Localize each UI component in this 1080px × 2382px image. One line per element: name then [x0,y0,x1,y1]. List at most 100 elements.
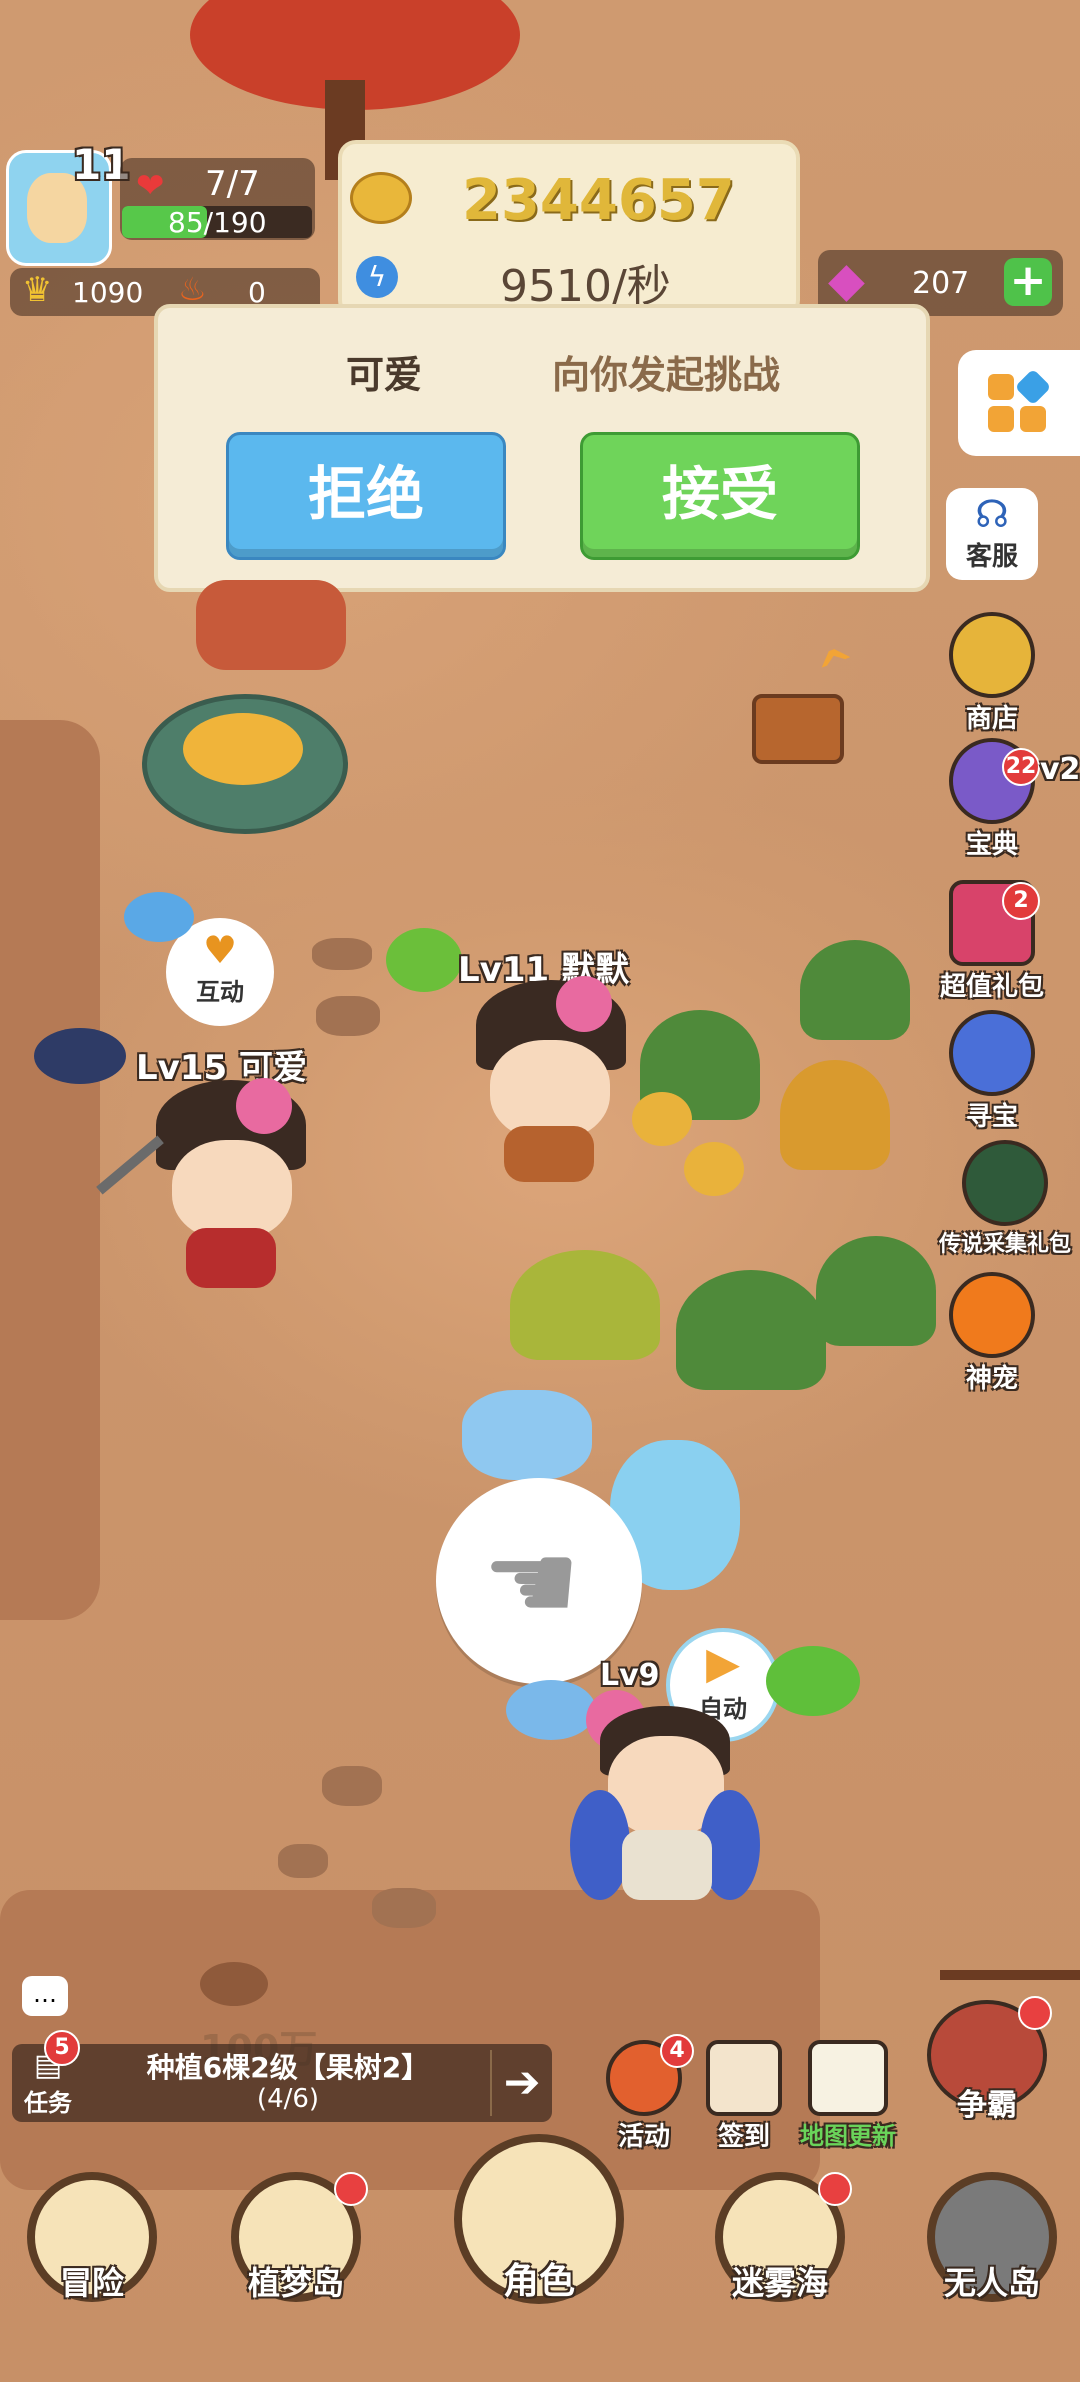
service-label: 客服 [965,542,1018,572]
water-blob-pet [506,1680,596,1740]
gold-pile-icon [200,1962,268,2006]
character-partial [196,580,346,670]
partial-level-text: v2 [1040,752,1080,787]
nav-desert-island[interactable]: 无人岛 [922,2172,1062,2304]
dream-island-red-dot [334,2172,368,2206]
self-body [622,1830,712,1900]
green-bird-pet [386,928,462,992]
codex-label: 宝典 [965,830,1018,860]
gift-label: 超值礼包 [939,972,1044,1002]
player1-body [186,1228,276,1288]
nav-adventure[interactable]: 冒险 [22,2172,162,2304]
fruit-icon[interactable] [632,1092,692,1146]
shop-chest-icon [949,612,1035,698]
crop-plant-6[interactable] [816,1236,936,1346]
legend-pack-button[interactable]: 传说采集礼包 [930,1140,1080,1258]
joystick[interactable]: ☚ [436,1478,642,1684]
gift-badge: 2 [1002,882,1040,920]
nav-mist-sea-label: 迷雾海 [731,2264,828,2302]
gold-icon [350,172,412,224]
challenger-name: 可爱 [346,353,423,397]
crop-plant-2[interactable] [800,940,910,1040]
rock-4 [372,1888,436,1928]
nav-character-label: 角色 [502,2261,575,2302]
map-update-button[interactable]: 地图更新 [786,2040,910,2151]
codex-badge: 22 [1002,748,1040,786]
blue-bird-pet [124,892,194,942]
crown-score: 1090 [72,276,144,309]
treasure-button[interactable]: 寻宝 [944,1010,1040,1133]
reject-button[interactable]: 拒绝 [226,432,506,560]
crop-plant-5[interactable] [676,1270,826,1390]
sign-rail [940,1970,1080,1980]
checkin-label: 签到 [717,2122,770,2152]
menu-grid-button[interactable] [958,350,1080,456]
treasure-chest-icon[interactable] [752,694,844,764]
sunflower-pedestal[interactable] [142,694,348,834]
mist-sea-red-dot [818,2172,852,2206]
customer-service-button[interactable]: ☊ 客服 [946,488,1038,580]
pink-octopus-pet [236,1078,292,1134]
chat-button[interactable]: … [22,1976,68,2016]
gold-amount: 2344657 [462,168,735,233]
task-go-arrow-icon[interactable]: ➔ [490,2050,552,2116]
player1-face [172,1140,292,1240]
nav-desert-island-label: 无人岛 [943,2264,1040,2302]
pet-button[interactable]: 神宠 [944,1272,1040,1395]
shop-label: 商店 [965,704,1018,734]
pet-label: 神宠 [965,1364,1018,1394]
pink-octopus-pet-2 [556,976,612,1032]
add-gems-button[interactable]: + [1004,258,1052,306]
nav-dream-island-label: 植梦岛 [247,2264,344,2302]
task-title: 种植6棵2级【果树2】 [146,2051,430,2084]
rock [312,938,372,970]
water-spirit-pet [462,1390,592,1480]
fire-pet-icon [949,1272,1035,1358]
crop-plant-3[interactable] [780,1060,890,1170]
task-progress: (4/6) [256,2084,320,2114]
legend-pack-label: 传说采集礼包 [938,1232,1071,1257]
crow-pet [34,1028,126,1084]
lightning-icon: ϟ [356,256,398,298]
challenge-message: 向你发起挑战 [552,353,781,397]
dark-ground-left [0,720,100,1620]
shop-button[interactable]: 商店 [944,612,1040,735]
green-gem-icon [962,1140,1048,1226]
player2-face [490,1040,610,1140]
nav-character[interactable]: 角色 [454,2134,624,2304]
accept-button[interactable]: 接受 [580,432,860,560]
player2-body [504,1126,594,1182]
butterfly-wing-left [570,1790,630,1900]
fire-icon: ♨ [178,270,207,308]
checkin-button[interactable]: 签到 [696,2040,792,2153]
self-level: Lv9 [600,1658,660,1693]
grid-icon [988,374,1014,400]
star-compass-icon [949,1010,1035,1096]
crop-plant-4[interactable] [510,1250,660,1360]
compete-red-dot [1018,1996,1052,2030]
hp-value: 7/7 [205,164,260,204]
heart-icon: ❤ [136,166,165,206]
rock-5 [278,1844,328,1878]
activity-badge: 4 [660,2034,694,2068]
sunflower-icon [183,713,303,785]
exp-value: 85/190 [168,206,267,239]
map-update-label: 地图更新 [800,2122,896,2150]
green-bird-pet-2 [766,1646,860,1716]
grid-icon-diamond [1014,368,1052,406]
rock-3 [322,1766,382,1806]
play-icon: ▶ [706,1638,740,1689]
crown-icon: ♛ [22,270,53,310]
task-badge: 5 [44,2030,80,2066]
grid-icon-2 [988,406,1014,432]
gem-count: 207 [912,266,970,301]
compete-label: 争霸 [957,2088,1017,2123]
grid-icon-3 [1020,406,1046,432]
map-icon [808,2040,888,2116]
rock-2 [316,996,380,1036]
gem-icon: ◆ [828,252,865,308]
fruit-icon-2[interactable] [684,1142,744,1196]
headset-icon: ☊ [975,492,1009,536]
task-label: 任务 [24,2089,72,2117]
calendar-icon [706,2040,782,2116]
